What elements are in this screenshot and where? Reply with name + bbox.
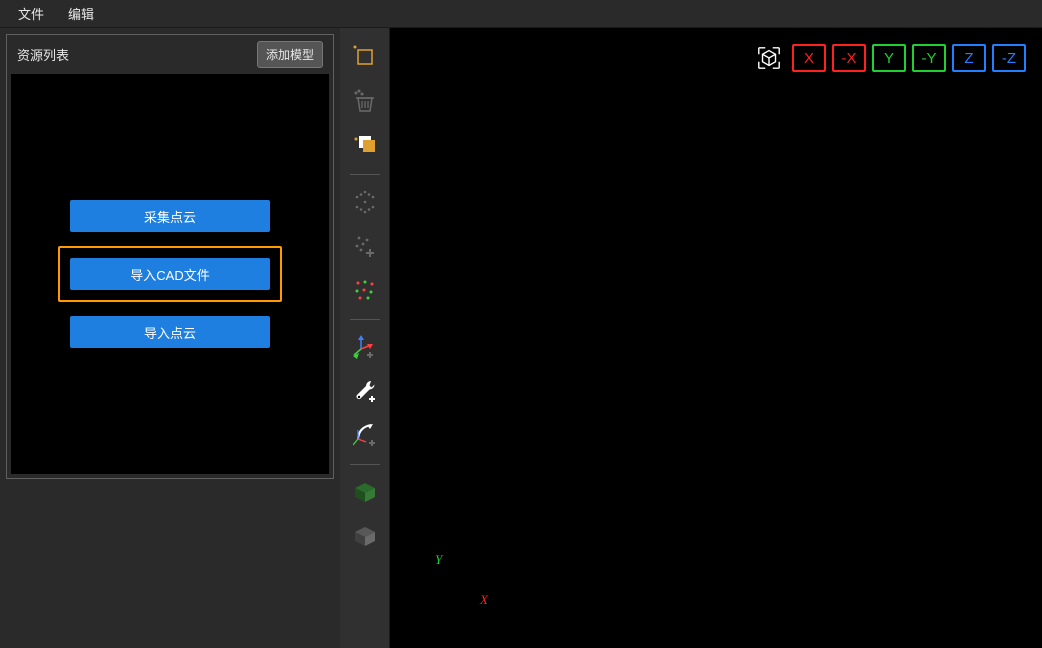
menu-bar: 文件 编辑	[0, 0, 1042, 28]
add-model-button[interactable]: 添加模型	[257, 41, 323, 68]
resource-preview: 采集点云 导入CAD文件 导入点云	[11, 74, 329, 474]
view-x-neg-button[interactable]: -X	[832, 44, 866, 72]
view-cube-icon[interactable]	[752, 44, 786, 72]
axis-x-label: X	[480, 592, 488, 608]
green-block-tool-icon[interactable]	[346, 473, 384, 511]
point-grid-tool-icon[interactable]	[346, 183, 384, 221]
view-z-neg-button[interactable]: -Z	[992, 44, 1026, 72]
import-point-cloud-button[interactable]: 导入点云	[70, 316, 270, 348]
view-y-neg-button[interactable]: -Y	[912, 44, 946, 72]
trash-tool-icon[interactable]	[346, 82, 384, 120]
import-cad-highlight: 导入CAD文件	[58, 246, 282, 302]
axis-y-label: Y	[435, 552, 442, 568]
gray-block-tool-icon[interactable]	[346, 517, 384, 555]
color-points-tool-icon[interactable]	[346, 271, 384, 309]
resource-panel-title: 资源列表	[17, 45, 69, 64]
view-x-pos-button[interactable]: X	[792, 44, 826, 72]
tool-strip	[340, 28, 390, 648]
tool-separator	[350, 319, 380, 320]
viewport[interactable]: X -X Y -Y Z -Z Y X	[390, 28, 1042, 648]
tool-separator	[350, 174, 380, 175]
layer-tool-icon[interactable]	[346, 126, 384, 164]
menu-file[interactable]: 文件	[8, 1, 54, 26]
tool-separator	[350, 464, 380, 465]
scatter-add-tool-icon[interactable]	[346, 227, 384, 265]
curve-axes-tool-icon[interactable]	[346, 416, 384, 454]
view-buttons-row: X -X Y -Y Z -Z	[752, 44, 1026, 72]
menu-edit[interactable]: 编辑	[58, 1, 104, 26]
resource-panel: 资源列表 添加模型 采集点云 导入CAD文件 导入点云	[0, 28, 340, 648]
axes-add-tool-icon[interactable]	[346, 328, 384, 366]
resource-panel-header: 资源列表 添加模型	[7, 35, 333, 74]
select-single-tool-icon[interactable]	[346, 38, 384, 76]
view-y-pos-button[interactable]: Y	[872, 44, 906, 72]
import-cad-file-button[interactable]: 导入CAD文件	[70, 258, 270, 290]
resource-panel-box: 资源列表 添加模型 采集点云 导入CAD文件 导入点云	[6, 34, 334, 479]
view-z-pos-button[interactable]: Z	[952, 44, 986, 72]
collect-point-cloud-button[interactable]: 采集点云	[70, 200, 270, 232]
wrench-add-tool-icon[interactable]	[346, 372, 384, 410]
